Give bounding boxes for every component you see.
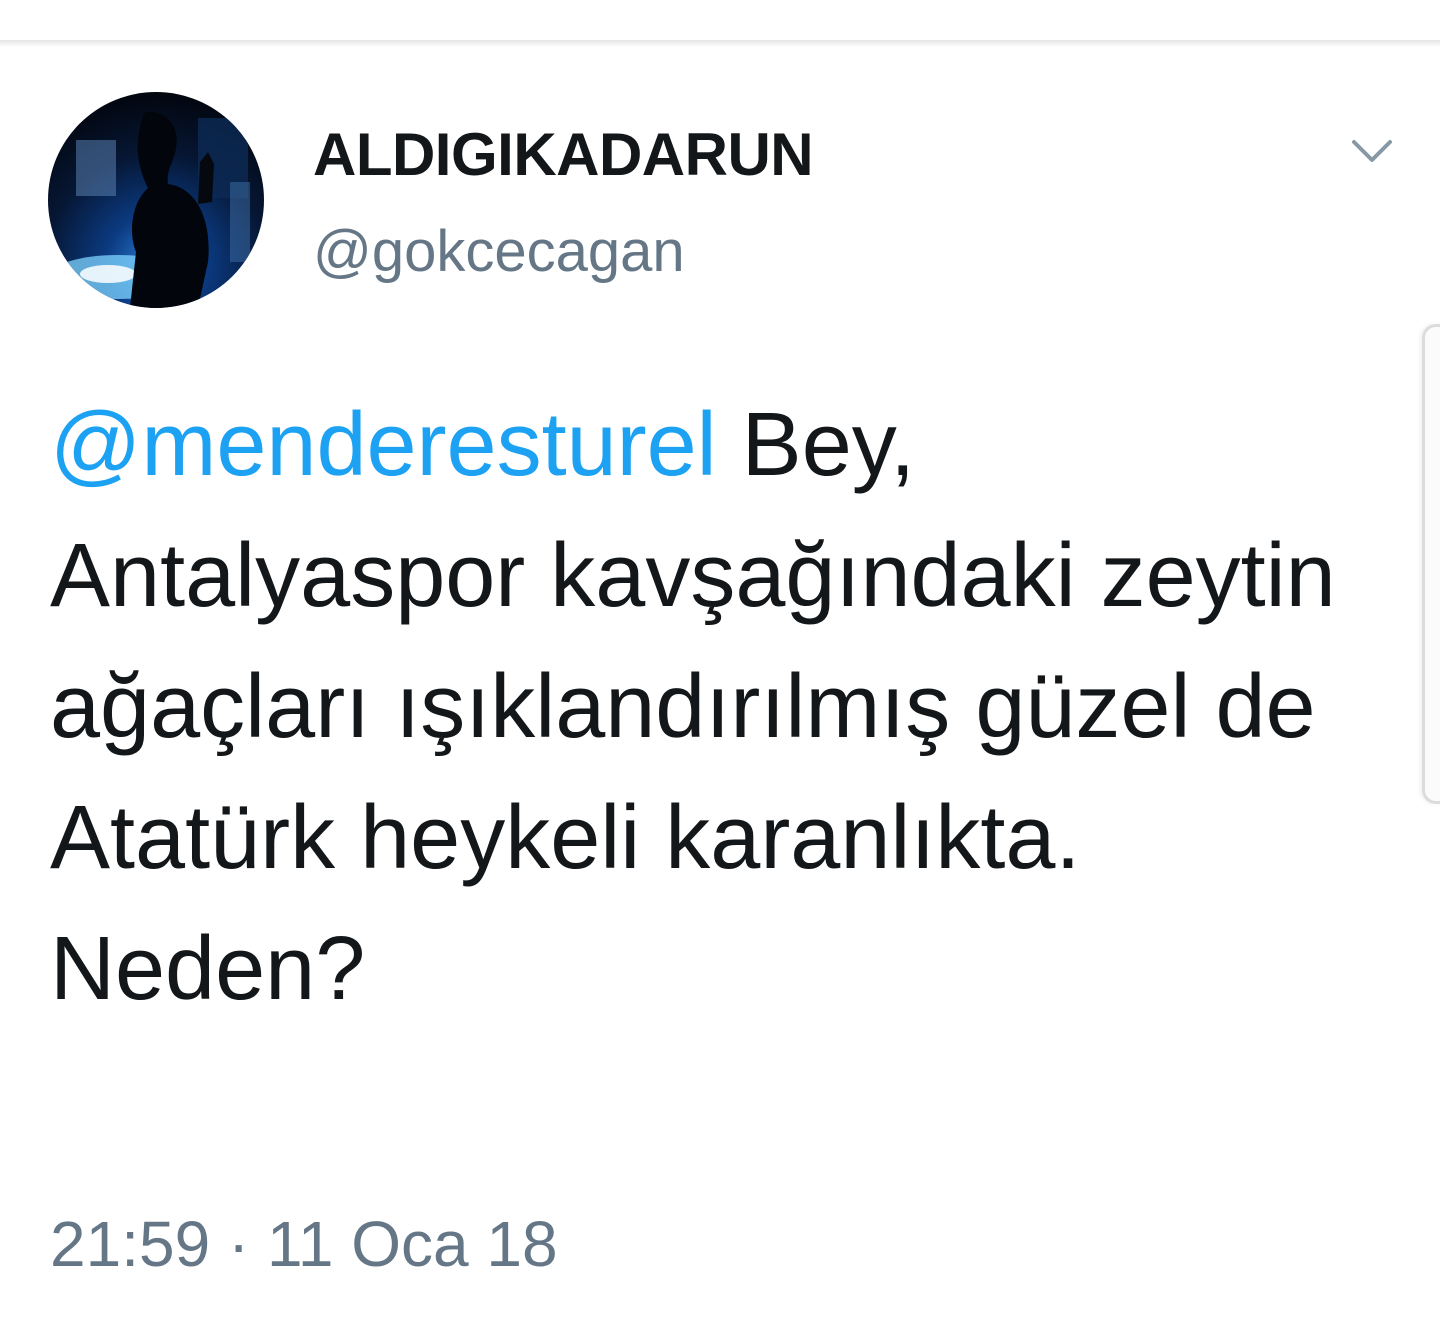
top-divider [0,40,1440,46]
tweet-text: @menderesturel Bey, Antalyaspor kavşağın… [50,380,1350,1035]
mention-link[interactable]: @menderesturel [50,395,717,495]
timestamp[interactable]: 21:59 · 11 Oca 18 [50,1207,558,1281]
avatar-photo [48,111,250,308]
user-handle[interactable]: @gokcecagan [313,218,685,285]
scrollbar-handle[interactable] [1422,324,1440,804]
display-name[interactable]: ALDIGIKADARUN [313,120,814,189]
avatar[interactable] [48,92,264,308]
chevron-down-icon[interactable] [1344,130,1400,174]
